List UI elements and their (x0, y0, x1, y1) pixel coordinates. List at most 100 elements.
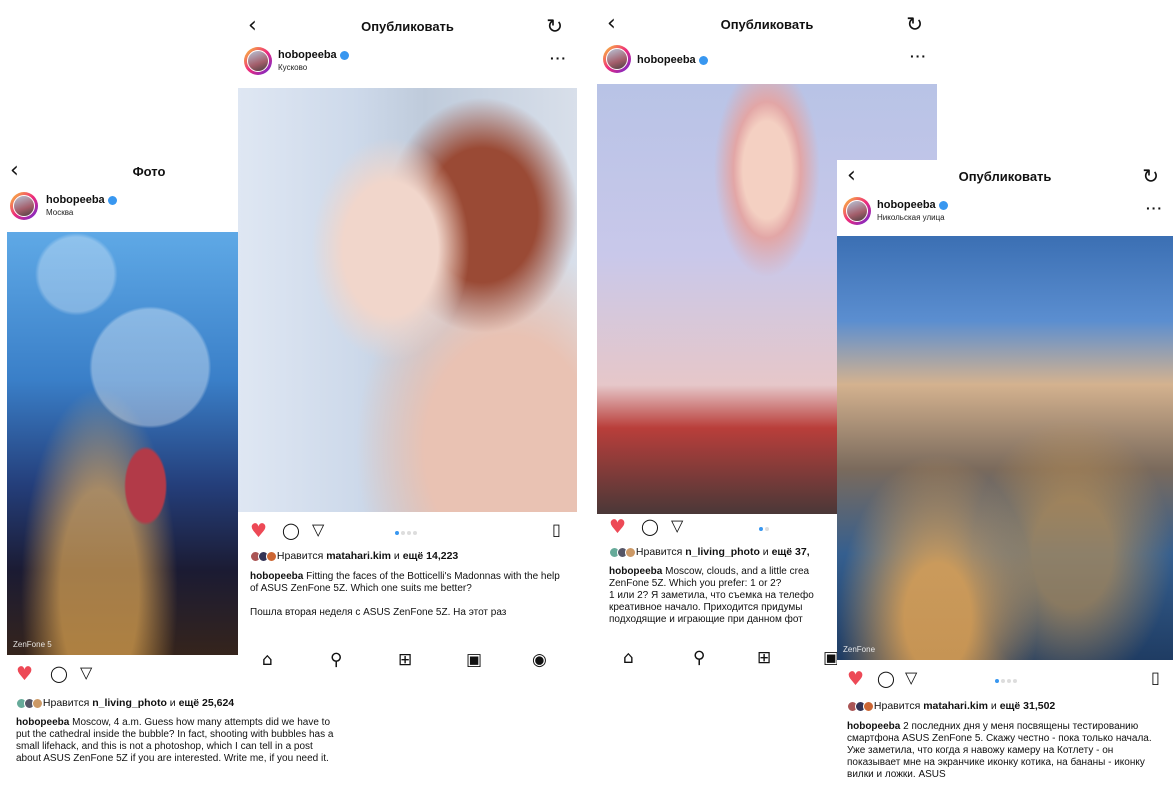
username-text: hobopeeba (877, 199, 936, 211)
share-icon[interactable]: ▽ (671, 516, 683, 535)
avatar[interactable] (843, 197, 871, 225)
comment-icon[interactable]: ◯ (641, 517, 659, 536)
header: ‹ Опубликовать ↻ (597, 8, 937, 42)
avatar[interactable] (603, 45, 631, 73)
avatar[interactable] (244, 47, 272, 75)
username-text: hobopeeba (278, 49, 337, 61)
caption-username[interactable]: hobopeeba (16, 717, 69, 728)
more-options-icon[interactable]: ··· (1146, 200, 1163, 216)
more-options-icon[interactable]: ··· (550, 50, 567, 66)
back-arrow-icon[interactable]: ‹ (10, 159, 19, 183)
username-text: hobopeeba (46, 194, 105, 206)
username[interactable]: hobopeeba (278, 49, 349, 61)
verified-icon (107, 195, 117, 205)
comment-icon[interactable]: ◯ (50, 664, 68, 683)
likes-prefix: Нравится (635, 546, 683, 558)
new-post-icon[interactable]: ⊞ (757, 648, 771, 668)
verified-icon (698, 55, 708, 65)
likes-and: и (990, 700, 997, 712)
location[interactable]: Кусково (278, 63, 307, 72)
likes-line[interactable]: Нравится n_living_photo и ещё 25,624 (16, 697, 234, 709)
caption: hobopeeba Moscow, 4 a.m. Guess how many … (16, 717, 334, 765)
likes-user[interactable]: n_living_photo (92, 697, 167, 709)
new-post-icon[interactable]: ⊞ (398, 650, 412, 670)
like-heart-icon[interactable]: ♥ (609, 516, 626, 538)
like-heart-icon[interactable]: ♥ (16, 663, 33, 685)
search-icon[interactable]: ⚲ (330, 650, 342, 670)
profile-icon[interactable]: ◉ (532, 650, 547, 670)
save-bookmark-icon[interactable]: ▯ (1151, 668, 1160, 687)
likes-count[interactable]: ещё 14,223 (403, 550, 459, 562)
liker-avatars (847, 700, 874, 712)
likes-line[interactable]: Нравится n_living_photo и ещё 37, (609, 546, 810, 558)
caption-more: Пошла вторая неделя с ASUS ZenFone 5Z. Н… (250, 607, 507, 618)
likes-prefix: Нравится (42, 697, 90, 709)
caption: hobopeeba Fitting the faces of the Botti… (250, 571, 570, 619)
bottom-nav: ⌂ ⚲ ⊞ ▣ (597, 648, 839, 674)
verified-icon (938, 200, 948, 210)
avatar[interactable] (10, 192, 38, 220)
likes-user[interactable]: n_living_photo (685, 546, 760, 558)
action-bar: ♥ ◯ ▽ (609, 516, 809, 540)
share-icon[interactable]: ▽ (905, 668, 917, 687)
likes-user[interactable]: matahari.kim (326, 550, 391, 562)
like-heart-icon[interactable]: ♥ (250, 520, 267, 542)
caption-username[interactable]: hobopeeba (847, 721, 900, 732)
carousel-dots (759, 516, 771, 535)
carousel-dots (395, 520, 419, 539)
caption: hobopeeba Moscow, clouds, and a little c… (609, 566, 841, 626)
username-text: hobopeeba (637, 54, 696, 66)
like-heart-icon[interactable]: ♥ (847, 668, 864, 690)
share-icon[interactable]: ▽ (80, 663, 92, 682)
caption-username[interactable]: hobopeeba (250, 571, 303, 582)
more-options-icon[interactable]: ··· (910, 48, 927, 64)
save-bookmark-icon[interactable]: ▯ (552, 520, 561, 539)
post-screen-4: ‹ Опубликовать ↻ hobopeeba Никольская ул… (837, 160, 1173, 789)
liker-avatars (16, 697, 43, 709)
likes-user[interactable]: matahari.kim (923, 700, 988, 712)
comment-icon[interactable]: ◯ (282, 521, 300, 540)
post-header: hobopeeba Никольская улица ··· (837, 194, 1173, 232)
search-icon[interactable]: ⚲ (693, 648, 705, 668)
photo-watermark: ZenFone (843, 645, 876, 654)
page-title: Опубликовать (361, 19, 454, 34)
share-icon[interactable]: ▽ (312, 520, 324, 539)
post-header: hobopeeba ··· (597, 42, 937, 80)
likes-line[interactable]: Нравится matahari.kim и ещё 14,223 (250, 550, 458, 562)
verified-icon (339, 50, 349, 60)
post-screen-2: ‹ Опубликовать ↻ hobopeeba Кусково ··· ♥… (238, 10, 577, 680)
bottom-nav: ⌂ ⚲ ⊞ ▣ ◉ (238, 650, 577, 676)
refresh-icon[interactable]: ↻ (546, 14, 563, 38)
post-image[interactable]: ZenFone 5 (7, 232, 238, 655)
likes-line[interactable]: Нравится matahari.kim и ещё 31,502 (847, 700, 1055, 712)
refresh-icon[interactable]: ↻ (906, 12, 923, 36)
username[interactable]: hobopeeba (637, 54, 708, 66)
home-icon[interactable]: ⌂ (623, 648, 634, 668)
action-bar: ♥ ◯ ▽ ▯ (847, 668, 1165, 692)
caption: hobopeeba 2 последних дня у меня посвяще… (847, 721, 1165, 781)
liker-avatars (250, 550, 277, 562)
likes-count[interactable]: ещё 31,502 (1000, 700, 1056, 712)
location[interactable]: Никольская улица (877, 213, 945, 222)
caption-username[interactable]: hobopeeba (609, 566, 662, 577)
header: ‹ Фото (0, 155, 238, 189)
liker-avatars (609, 546, 636, 558)
username[interactable]: hobopeeba (46, 194, 117, 206)
comment-icon[interactable]: ◯ (877, 669, 895, 688)
home-icon[interactable]: ⌂ (262, 650, 273, 670)
likes-count[interactable]: ещё 25,624 (179, 697, 235, 709)
photo-watermark: ZenFone 5 (13, 640, 52, 649)
page-title: Фото (132, 164, 166, 179)
action-bar: ♥ ◯ ▽ ▯ (250, 520, 570, 544)
location[interactable]: Москва (46, 208, 73, 217)
post-image[interactable] (238, 88, 577, 512)
likes-count[interactable]: ещё 37, (772, 546, 810, 558)
likes-prefix: Нравится (873, 700, 921, 712)
likes-and: и (762, 546, 769, 558)
username[interactable]: hobopeeba (877, 199, 948, 211)
page-title: Опубликовать (958, 169, 1052, 184)
refresh-icon[interactable]: ↻ (1142, 164, 1159, 188)
action-bar: ♥ ◯ ▽ (16, 663, 116, 687)
reels-icon[interactable]: ▣ (466, 650, 482, 670)
post-image[interactable]: ZenFone (837, 236, 1173, 660)
